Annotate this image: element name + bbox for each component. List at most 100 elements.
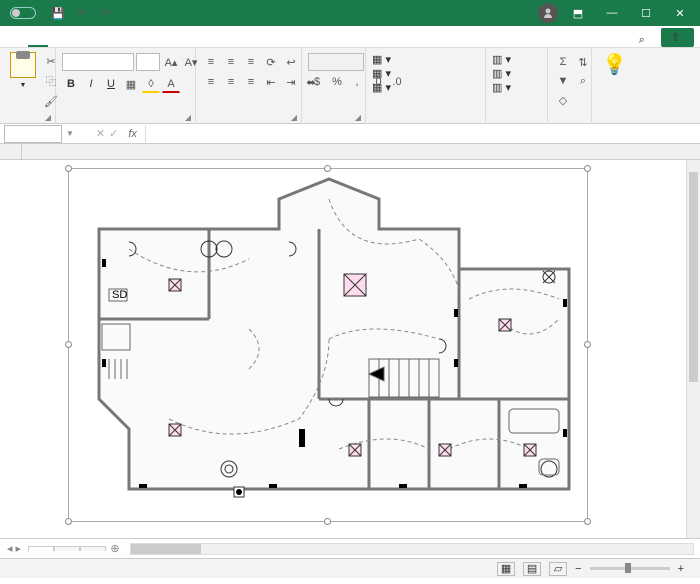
align-bottom-icon[interactable]: ≡ bbox=[242, 53, 260, 71]
bold-button[interactable]: B bbox=[62, 75, 80, 93]
indent-dec-icon[interactable]: ⇤ bbox=[262, 73, 280, 91]
column-headers bbox=[0, 144, 700, 160]
zoom-slider[interactable] bbox=[590, 567, 670, 570]
comma-icon[interactable]: , bbox=[348, 73, 366, 91]
select-all-corner[interactable] bbox=[0, 144, 22, 159]
tab-data[interactable] bbox=[108, 39, 128, 47]
paste-button[interactable]: ▼ bbox=[6, 50, 40, 91]
vertical-scrollbar[interactable] bbox=[686, 160, 700, 538]
search-icon: ⌕ bbox=[639, 34, 645, 47]
currency-icon[interactable]: $ bbox=[308, 73, 326, 91]
indent-inc-icon[interactable]: ⇥ bbox=[282, 73, 300, 91]
tab-file[interactable] bbox=[8, 39, 28, 47]
align-left-icon[interactable]: ≡ bbox=[202, 73, 220, 91]
formula-input[interactable] bbox=[145, 125, 700, 143]
tab-help[interactable] bbox=[168, 39, 188, 47]
format-table-button[interactable]: ▦ ▾ bbox=[372, 67, 391, 80]
delete-cells-button[interactable]: ▥ ▾ bbox=[492, 67, 511, 80]
insert-cells-button[interactable]: ▥ ▾ bbox=[492, 53, 511, 66]
percent-icon[interactable]: % bbox=[328, 73, 346, 91]
tab-view[interactable] bbox=[148, 39, 168, 47]
close-icon[interactable]: ✕ bbox=[666, 0, 694, 26]
group-styles: ▦ ▾ ▦ ▾ ▦ ▾ bbox=[366, 48, 486, 124]
page-layout-view-icon[interactable]: ▤ bbox=[523, 562, 541, 576]
share-button[interactable]: ⇪ bbox=[661, 28, 694, 47]
group-clipboard: ▼ ✂ ⿻ 🖌 ◢ bbox=[0, 48, 56, 124]
resize-handle[interactable] bbox=[65, 518, 72, 525]
enter-icon[interactable]: ✓ bbox=[109, 127, 118, 140]
formula-bar: ▼ ✕ ✓ fx bbox=[0, 124, 700, 144]
font-color-icon[interactable]: A bbox=[162, 75, 180, 93]
align-middle-icon[interactable]: ≡ bbox=[222, 53, 240, 71]
resize-handle[interactable] bbox=[65, 165, 72, 172]
search-box[interactable]: ⌕ bbox=[627, 34, 661, 47]
number-format-input[interactable] bbox=[308, 53, 364, 71]
cell-styles-button[interactable]: ▦ ▾ bbox=[372, 81, 391, 94]
font-name-input[interactable] bbox=[62, 53, 134, 71]
maximize-icon[interactable]: ☐ bbox=[632, 0, 660, 26]
cancel-icon[interactable]: ✕ bbox=[96, 127, 105, 140]
resize-handle[interactable] bbox=[584, 165, 591, 172]
tab-home[interactable] bbox=[28, 37, 48, 47]
orientation-icon[interactable]: ⟳ bbox=[262, 53, 280, 71]
toggle-icon bbox=[10, 7, 36, 19]
sheet-tab-3[interactable] bbox=[80, 546, 106, 551]
wrap-text-icon[interactable]: ↩ bbox=[282, 53, 300, 71]
page-break-view-icon[interactable]: ▱ bbox=[549, 562, 567, 576]
resize-handle[interactable] bbox=[324, 518, 331, 525]
font-size-input[interactable] bbox=[136, 53, 160, 71]
add-sheet-button[interactable]: ⊕ bbox=[106, 542, 124, 555]
user-avatar[interactable] bbox=[538, 3, 558, 23]
minimize-icon[interactable]: — bbox=[598, 0, 626, 26]
resize-handle[interactable] bbox=[65, 341, 72, 348]
floor-plan-drawing[interactable]: SD bbox=[68, 168, 588, 522]
border-icon[interactable]: ▦ bbox=[122, 75, 140, 93]
group-label: ◢ bbox=[6, 120, 49, 122]
underline-button[interactable]: U bbox=[102, 75, 120, 93]
format-cells-button[interactable]: ▥ ▾ bbox=[492, 81, 511, 94]
normal-view-icon[interactable]: ▦ bbox=[497, 562, 515, 576]
resize-handle[interactable] bbox=[584, 341, 591, 348]
align-center-icon[interactable]: ≡ bbox=[222, 73, 240, 91]
group-label: ◢ bbox=[202, 120, 295, 122]
ribbon-options-icon[interactable]: ⬒ bbox=[564, 0, 592, 26]
italic-button[interactable]: I bbox=[82, 75, 100, 93]
status-bar: ▦ ▤ ▱ − + bbox=[0, 558, 700, 578]
ribbon-tabs: ⌕ ⇪ bbox=[0, 26, 700, 48]
fx-icon[interactable]: fx bbox=[128, 128, 137, 140]
ideas-button[interactable]: 💡 bbox=[598, 50, 631, 81]
fill-icon[interactable]: ▼ bbox=[554, 72, 572, 90]
tab-insert[interactable] bbox=[48, 39, 68, 47]
name-box[interactable] bbox=[4, 125, 62, 143]
sort-icon[interactable]: ⇅ bbox=[574, 53, 592, 71]
sheet-tab-2[interactable] bbox=[54, 546, 80, 551]
clear-icon[interactable]: ◇ bbox=[554, 91, 572, 109]
zoom-out-icon[interactable]: − bbox=[575, 563, 581, 575]
autosum-icon[interactable]: Σ bbox=[554, 53, 572, 71]
autosave-toggle[interactable] bbox=[6, 7, 40, 19]
align-right-icon[interactable]: ≡ bbox=[242, 73, 260, 91]
group-ideas: 💡 bbox=[592, 48, 636, 124]
save-icon[interactable]: 💾 bbox=[50, 5, 66, 21]
horizontal-scrollbar[interactable] bbox=[130, 543, 694, 555]
undo-icon[interactable]: ↶ bbox=[74, 5, 90, 21]
find-icon[interactable]: ⌕ bbox=[574, 72, 592, 90]
resize-handle[interactable] bbox=[584, 518, 591, 525]
tab-format[interactable] bbox=[208, 39, 228, 47]
conditional-formatting-button[interactable]: ▦ ▾ bbox=[372, 53, 391, 66]
resize-handle[interactable] bbox=[324, 165, 331, 172]
sheet-nav[interactable]: ◂ ▸ bbox=[0, 542, 28, 555]
svg-text:SD: SD bbox=[112, 289, 127, 301]
redo-icon[interactable]: ↷ bbox=[98, 5, 114, 21]
sheet-tab-1[interactable] bbox=[28, 546, 54, 552]
quick-access-toolbar: 💾 ↶ ↷ bbox=[50, 5, 114, 21]
zoom-in-icon[interactable]: + bbox=[678, 563, 684, 575]
tab-review[interactable] bbox=[128, 39, 148, 47]
fill-color-icon[interactable]: ◊ bbox=[142, 75, 160, 93]
tab-pdfelement[interactable] bbox=[188, 39, 208, 47]
worksheet-grid[interactable]: SD bbox=[0, 160, 700, 538]
tab-page-layout[interactable] bbox=[68, 39, 88, 47]
tab-formulas[interactable] bbox=[88, 39, 108, 47]
align-top-icon[interactable]: ≡ bbox=[202, 53, 220, 71]
increase-font-icon[interactable]: A▴ bbox=[162, 53, 180, 71]
